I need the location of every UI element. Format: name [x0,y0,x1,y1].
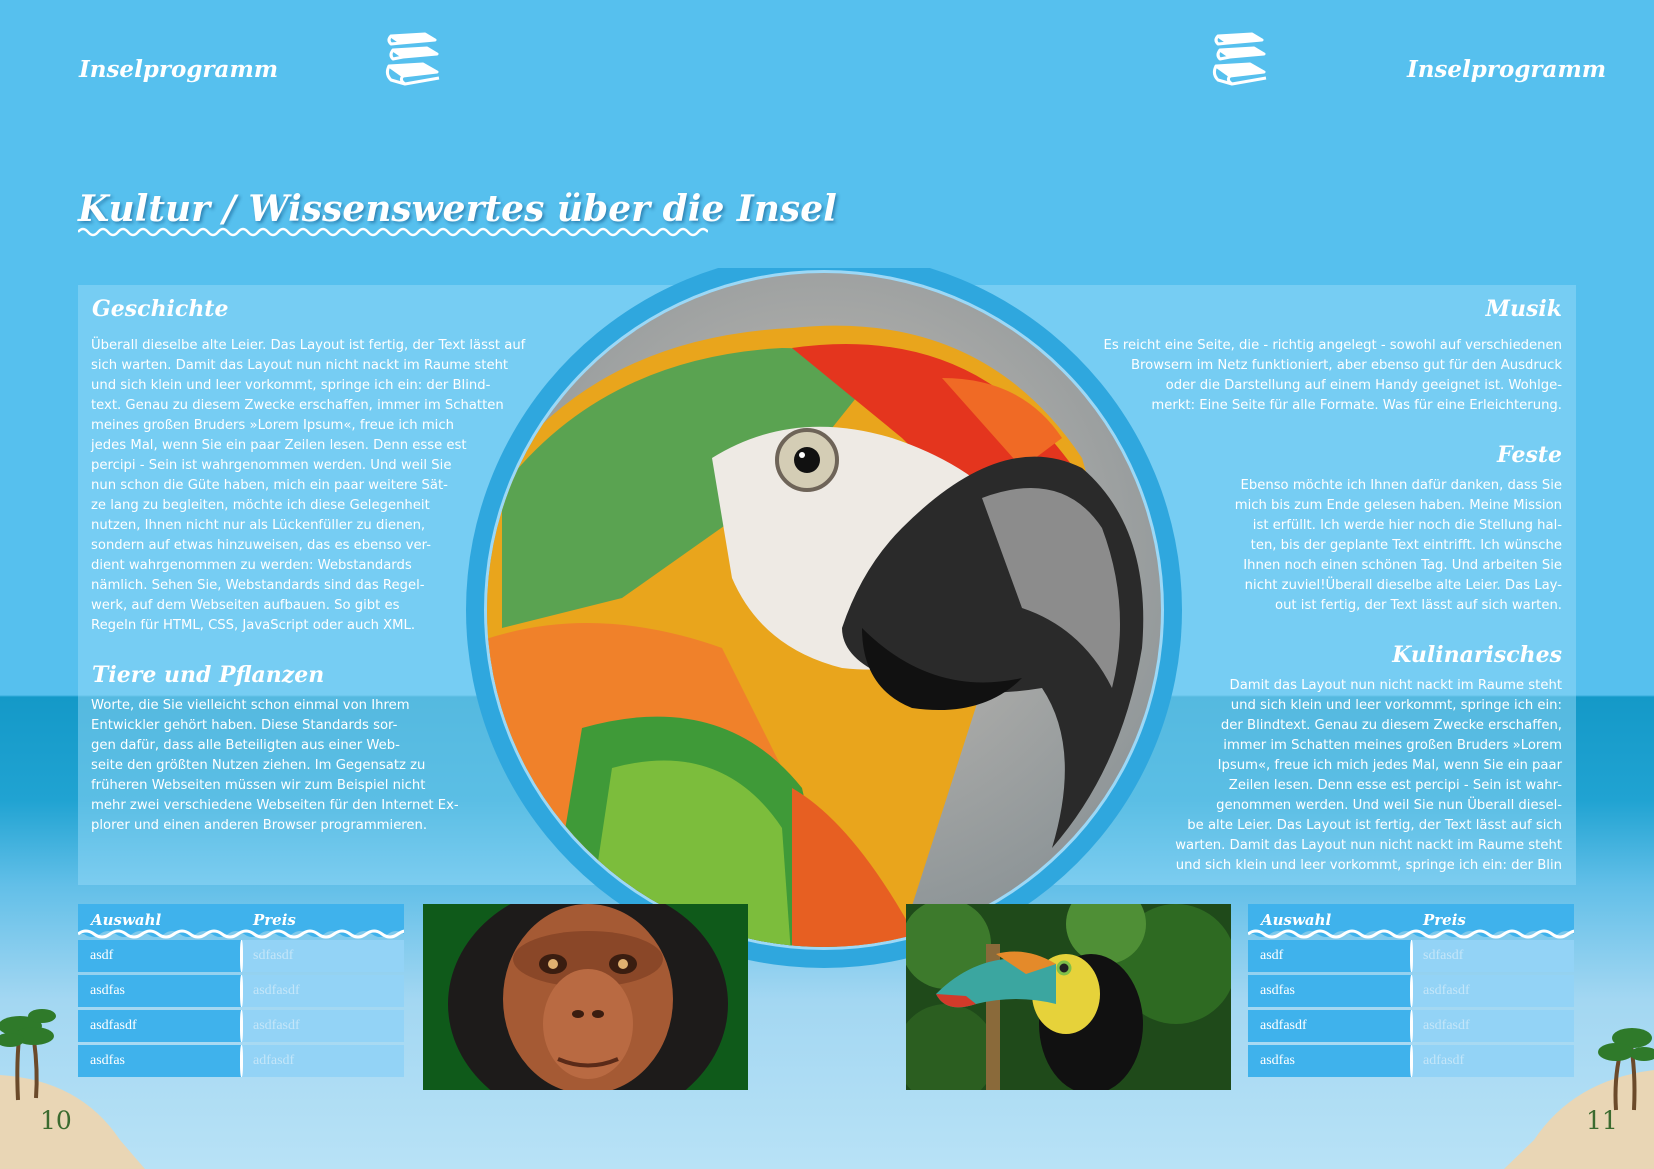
header-label-right: Inselprogramm [1407,56,1607,83]
table-col-auswahl: Auswahl [1261,911,1332,929]
table-header: Auswahl Preis [78,904,404,940]
page-title: Kultur / Wissenswertes über die Insel [78,188,837,230]
table-cell: asdfasdf [241,975,404,1007]
table-col-preis: Preis [1423,911,1466,929]
table-cell: asdfasdf [1411,975,1574,1007]
heading-tiere-und-pflanzen: Tiere und Pflanzen [92,662,325,688]
price-table-right: Auswahl Preis asdf sdfasdf asdfas asdfasdf… [1248,904,1574,1080]
table-cell: asdf [78,940,243,972]
heading-geschichte: Geschichte [92,296,229,322]
table-row: asdfas adfasdf [1248,1045,1574,1077]
header-label-left: Inselprogramm [79,56,279,83]
table-row: asdf sdfasdf [78,940,404,972]
table-cell: asdf [1248,940,1413,972]
table-col-preis: Preis [253,911,296,929]
page-number-left: 10 [40,1106,72,1135]
table-cell: asdfasdf [1411,1010,1574,1042]
table-cell: adfasdf [241,1045,404,1077]
table-cell: asdfas [1248,975,1413,1007]
page-number-right: 11 [1586,1106,1618,1135]
books-stack-icon [1212,32,1267,86]
table-header: Auswahl Preis [1248,904,1574,940]
table-col-auswahl: Auswahl [91,911,162,929]
text-kulinarisches: Damit das Layout nun nicht nackt im Raum… [1175,678,1562,873]
price-table-left: Auswahl Preis asdf sdfasdf asdfas asdfasdf… [78,904,404,1080]
heading-feste: Feste [1497,442,1562,468]
text-feste: Ebenso möchte ich Ihnen dafür danken, da… [1234,478,1562,613]
table-cell: asdfasdf [1248,1010,1413,1042]
toucan-photo [906,904,1231,1090]
table-cell: adfasdf [1411,1045,1574,1077]
table-cell: sdfasdf [1411,940,1574,972]
chimpanzee-photo [423,904,748,1090]
table-cell: sdfasdf [241,940,404,972]
table-row: asdfasdf asdfasdf [1248,1010,1574,1042]
heading-kulinarisches: Kulinarisches [1392,642,1562,668]
table-row: asdfas asdfasdf [1248,975,1574,1007]
books-stack-icon [385,32,440,86]
table-cell: asdfas [78,1045,243,1077]
table-cell: asdfas [1248,1045,1413,1077]
table-row: asdfas adfasdf [78,1045,404,1077]
text-tiere-und-pflanzen: Worte, die Sie vielleicht schon einmal v… [91,698,459,833]
text-musik: Es reicht eine Seite, die - richtig ange… [1103,338,1563,413]
heading-musik: Musik [1485,296,1562,322]
table-row: asdfas asdfasdf [78,975,404,1007]
table-cell: asdfas [78,975,243,1007]
title-wave-underline [78,227,708,237]
table-row: asdf sdfasdf [1248,940,1574,972]
text-geschichte: Überall dieselbe alte Leier. Das Layout … [91,338,526,633]
table-cell: asdfasdf [241,1010,404,1042]
table-cell: asdfasdf [78,1010,243,1042]
table-row: asdfasdf asdfasdf [78,1010,404,1042]
